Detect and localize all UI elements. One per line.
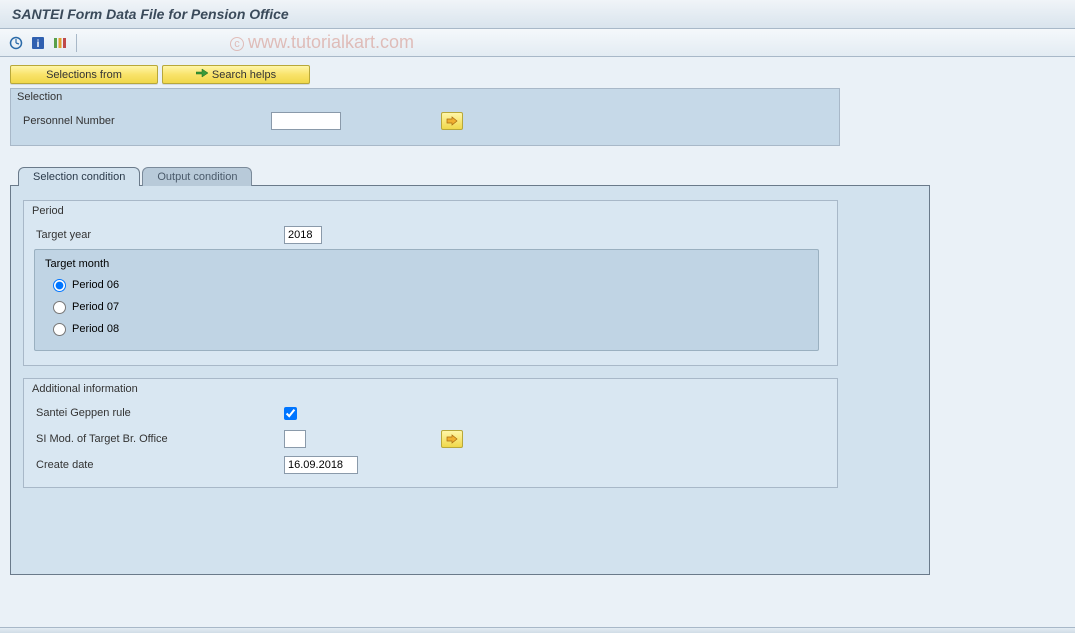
santei-rule-checkbox[interactable] [284, 407, 297, 420]
arrow-right-icon [196, 68, 208, 81]
period-07-label: Period 07 [72, 301, 119, 313]
execute-icon[interactable] [8, 35, 24, 51]
selections-from-button[interactable]: Selections from [10, 65, 158, 84]
toolbar-separator [76, 34, 77, 52]
button-row: Selections from Search helps [10, 65, 1065, 84]
additional-legend: Additional information [24, 379, 837, 397]
info-icon[interactable]: i [30, 35, 46, 51]
tab-body: Period Target year Target month Period 0… [10, 185, 930, 575]
period-08-radio[interactable] [53, 323, 66, 336]
selection-legend: Selection [11, 89, 839, 103]
target-month-group: Target month Period 06 Period 07 Period … [34, 249, 819, 351]
status-bar [0, 627, 1075, 633]
tabs-container: Selection condition Output condition Per… [10, 166, 1065, 575]
si-mod-multi-select-button[interactable] [441, 430, 463, 448]
tab-output-condition[interactable]: Output condition [142, 167, 252, 186]
page-title: SANTEI Form Data File for Pension Office [0, 0, 1075, 29]
additional-info-group: Additional information Santei Geppen rul… [23, 378, 838, 488]
selection-group: Selection Personnel Number [10, 88, 840, 146]
content-area: Selections from Search helps Selection P… [0, 57, 1075, 583]
period-legend: Period [24, 201, 837, 219]
period-06-radio[interactable] [53, 279, 66, 292]
search-helps-button[interactable]: Search helps [162, 65, 310, 84]
si-mod-label: SI Mod. of Target Br. Office [34, 433, 274, 445]
personnel-multi-select-button[interactable] [441, 112, 463, 130]
create-date-input[interactable] [284, 456, 358, 474]
tab-selection-condition[interactable]: Selection condition [18, 167, 140, 186]
target-month-legend: Target month [45, 258, 808, 270]
svg-text:i: i [37, 39, 40, 50]
target-year-label: Target year [34, 229, 274, 241]
santei-rule-label: Santei Geppen rule [34, 407, 274, 419]
period-07-radio[interactable] [53, 301, 66, 314]
app-toolbar: i [0, 29, 1075, 57]
create-date-label: Create date [34, 459, 274, 471]
target-year-input[interactable] [284, 226, 322, 244]
tab-strip: Selection condition Output condition [18, 166, 1065, 185]
period-06-label: Period 06 [72, 279, 119, 291]
si-mod-input[interactable] [284, 430, 306, 448]
columns-icon[interactable] [52, 35, 68, 51]
period-group: Period Target year Target month Period 0… [23, 200, 838, 366]
personnel-number-label: Personnel Number [21, 115, 261, 127]
personnel-number-input[interactable] [271, 112, 341, 130]
period-08-label: Period 08 [72, 323, 119, 335]
title-text: SANTEI Form Data File for Pension Office [12, 6, 289, 22]
